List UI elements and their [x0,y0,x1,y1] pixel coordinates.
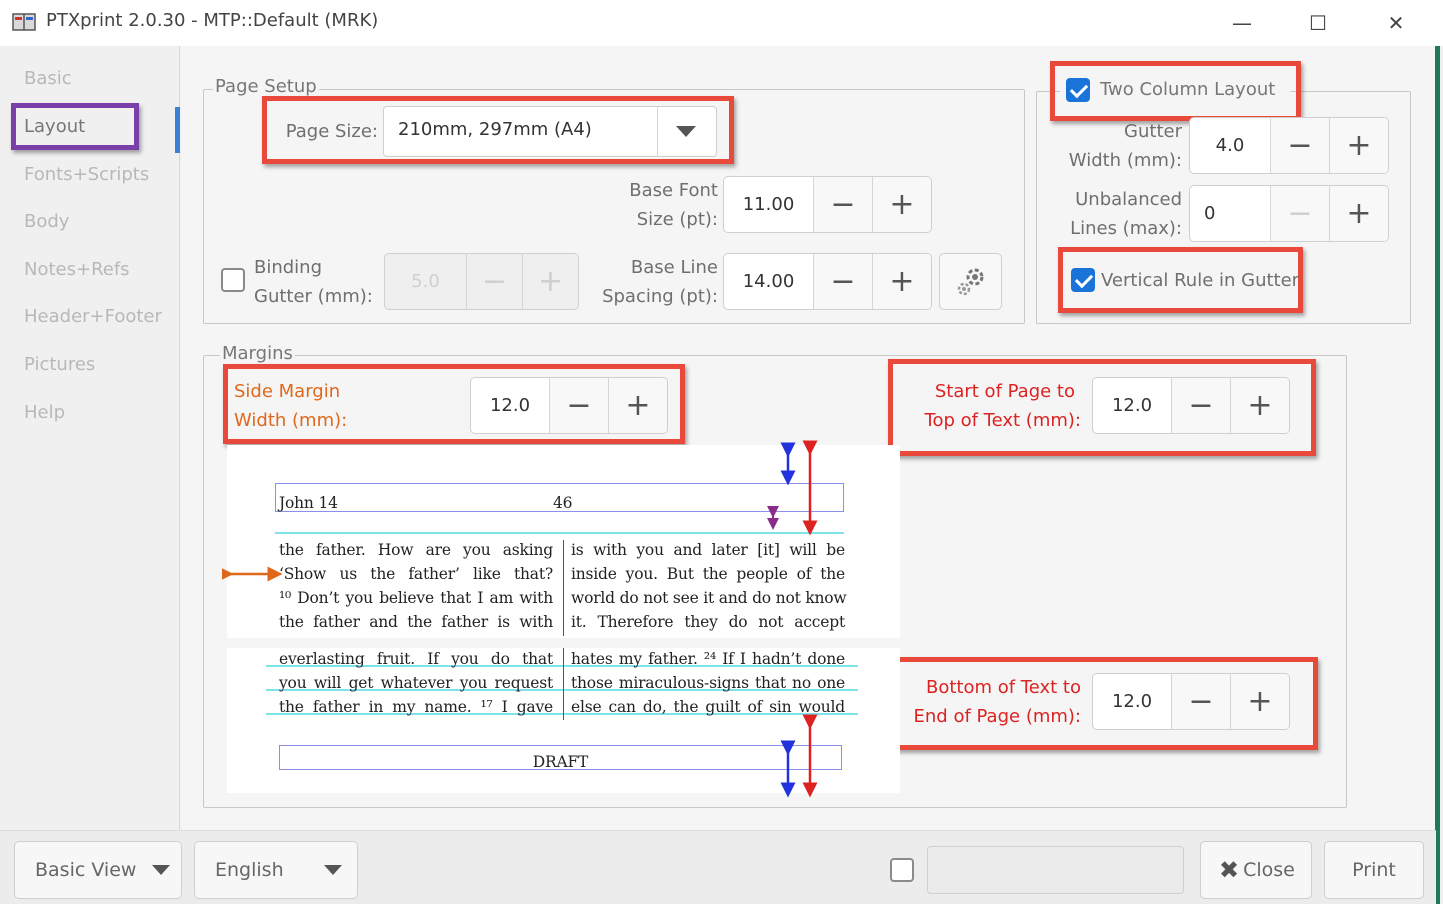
unbalanced-lines-value[interactable]: 0 [1190,186,1270,241]
base-line-increment-button[interactable]: + [872,254,931,309]
base-font-size-value[interactable]: 11.00 [724,177,813,232]
sidebar-layout-highlight [11,103,139,150]
bottom-margin-spinner[interactable]: 12.0 − + [1092,673,1290,730]
two-column-legend[interactable]: Two Column Layout [1098,79,1278,100]
base-font-label-1: Base Font [629,180,718,201]
chevron-down-icon [323,865,342,875]
sidebar-item-fonts-scripts[interactable]: Fonts+Scripts [24,164,149,185]
language-value: English [215,859,284,881]
side-margin-label-1: Side Margin [234,381,341,402]
side-margin-spinner[interactable]: 12.0 − + [470,377,668,434]
bottom-margin-decrement-button[interactable]: − [1171,674,1230,729]
sidebar-item-pictures[interactable]: Pictures [24,354,95,375]
advanced-settings-button[interactable] [939,253,1002,310]
page-size-label: Page Size: [285,121,378,142]
top-margin-decrement-button[interactable]: − [1171,378,1230,433]
chevron-down-icon[interactable] [676,126,696,138]
top-margin-value[interactable]: 12.0 [1093,378,1171,433]
x-icon: ✖ [1219,856,1240,884]
base-line-label-1: Base Line [630,257,718,278]
side-margin-decrement-button[interactable]: − [549,378,608,433]
unbalanced-decrement-button[interactable]: − [1270,186,1329,241]
gutter-width-spinner[interactable]: 4.0 − + [1189,117,1389,174]
view-mode-dropdown[interactable]: Basic View [14,841,182,899]
base-font-increment-button[interactable]: + [872,177,931,232]
binding-gutter-checkbox[interactable] [221,268,245,292]
gears-icon [957,268,984,296]
margins-legend: Margins [220,343,295,364]
bottom-checkbox[interactable] [890,858,914,882]
minimize-button[interactable]: — [1222,6,1262,40]
vertical-rule-label[interactable]: Vertical Rule in Gutter [1101,266,1299,295]
base-font-size-spinner[interactable]: 11.00 − + [723,176,932,233]
top-margin-increment-button[interactable]: + [1230,378,1289,433]
gutter-width-value[interactable]: 4.0 [1190,118,1270,173]
page-size-value: 210mm, 297mm (A4) [398,119,592,140]
vertical-rule-checkbox[interactable] [1071,268,1095,292]
gutter-increment-button[interactable]: + [1329,118,1388,173]
sidebar-item-notes-refs[interactable]: Notes+Refs [24,259,130,280]
two-column-checkbox[interactable] [1066,78,1090,102]
sidebar-item-header-footer[interactable]: Header+Footer [24,306,162,327]
unbalanced-increment-button[interactable]: + [1329,186,1388,241]
base-line-decrement-button[interactable]: − [813,254,872,309]
title-bar: PTXprint 2.0.30 - MTP::Default (MRK) — ☐… [0,0,1443,46]
margin-indicator-arrows [222,440,818,798]
chevron-down-icon [152,865,171,875]
gutter-width-label-2: Width (mm): [1068,150,1182,171]
base-font-decrement-button[interactable]: − [813,177,872,232]
top-margin-label-2: Top of Text (mm): [924,410,1081,431]
binding-gutter-value: 5.0 [385,254,466,309]
sidebar-item-basic[interactable]: Basic [24,68,72,89]
binding-label-1: Binding [254,257,323,278]
side-margin-increment-button[interactable]: + [608,378,667,433]
close-button[interactable]: ✖ Close [1200,841,1312,899]
bottom-margin-increment-button[interactable]: + [1230,674,1289,729]
unbalanced-label-2: Lines (max): [1070,218,1182,239]
binding-decrement-button: − [466,254,522,309]
top-margin-spinner[interactable]: 12.0 − + [1092,377,1290,434]
sidebar-item-help[interactable]: Help [24,402,65,423]
binding-label-2: Gutter (mm): [254,286,373,307]
progress-field [927,846,1184,894]
maximize-button[interactable]: ☐ [1298,6,1338,40]
sidebar-active-indicator [175,107,180,153]
bottom-margin-value[interactable]: 12.0 [1093,674,1171,729]
base-line-spacing-value[interactable]: 14.00 [724,254,813,309]
base-line-label-2: Spacing (pt): [602,286,718,307]
view-mode-value: Basic View [35,859,137,881]
base-line-spacing-spinner[interactable]: 14.00 − + [723,253,932,310]
print-button-label: Print [1352,859,1396,881]
window-edge [1435,46,1440,904]
gutter-decrement-button[interactable]: − [1270,118,1329,173]
unbalanced-lines-spinner[interactable]: 0 − + [1189,185,1389,242]
unbalanced-label-1: Unbalanced [1075,189,1182,210]
close-button-label: Close [1243,859,1295,881]
window-title: PTXprint 2.0.30 - MTP::Default (MRK) [46,10,379,31]
dropdown-divider [657,107,658,156]
bottom-margin-label-2: End of Page (mm): [913,706,1081,727]
close-window-button[interactable]: ✕ [1376,6,1416,40]
print-button[interactable]: Print [1324,841,1424,899]
top-margin-label-1: Start of Page to [934,381,1075,402]
page-setup-legend: Page Setup [213,76,319,97]
page-size-dropdown[interactable]: 210mm, 297mm (A4) [383,106,717,157]
side-margin-label-2: Width (mm): [234,410,348,431]
binding-gutter-spinner: 5.0 − + [384,253,579,310]
gutter-width-label-1: Gutter [1124,121,1182,142]
language-dropdown[interactable]: English [194,841,358,899]
bottom-margin-label-1: Bottom of Text to [925,677,1081,698]
app-book-icon [12,13,36,31]
side-margin-value[interactable]: 12.0 [471,378,549,433]
base-font-label-2: Size (pt): [636,209,718,230]
sidebar-item-body[interactable]: Body [24,211,69,232]
